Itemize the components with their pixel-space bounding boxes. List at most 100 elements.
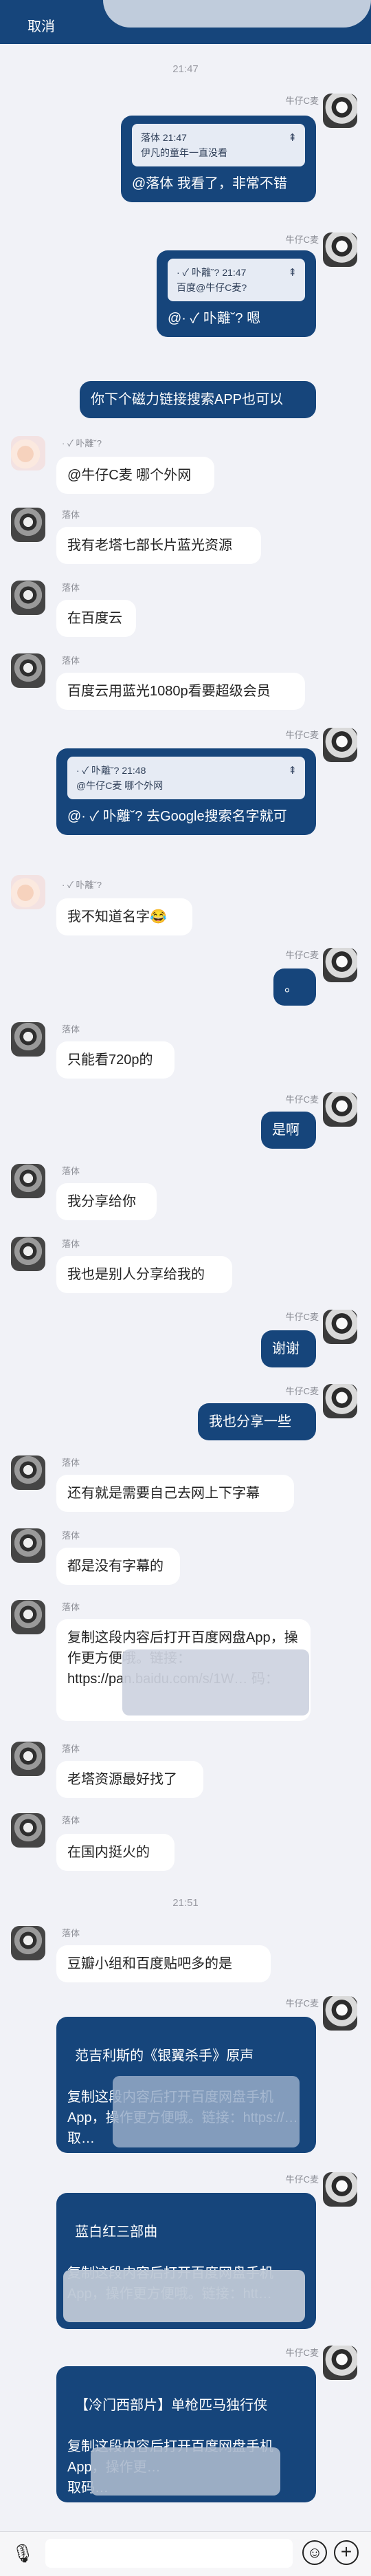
sender-name: 落体 xyxy=(62,1458,80,1468)
avatar[interactable] xyxy=(11,1164,45,1198)
blur-overlay xyxy=(91,2447,280,2496)
avatar[interactable] xyxy=(323,1092,357,1127)
message-text: @· ✓ 卟離˘? 去Google搜索名字就可 xyxy=(67,809,287,824)
avatar[interactable] xyxy=(11,1022,45,1057)
message-text: 在国内挺火的 xyxy=(67,1845,150,1860)
message-bubble[interactable]: 我也是别人分享给我的 xyxy=(56,1256,232,1293)
sender-name: 牛仔C麦 xyxy=(285,1386,319,1396)
sender-name: 牛仔C麦 xyxy=(285,950,319,960)
message-bubble[interactable]: ⇞ 落体 21:47 伊凡的童年一直没看 @落体 我看了，非常不错 xyxy=(121,116,316,202)
avatar[interactable] xyxy=(11,1600,45,1634)
message-text: 谢谢 xyxy=(272,1341,300,1356)
plus-icon[interactable]: + xyxy=(334,2540,359,2565)
quote-block[interactable]: ⇞ · ✓ 卟離˘? 21:47 百度@牛仔C麦? xyxy=(168,259,305,301)
sender-name: 落体 xyxy=(62,1744,80,1754)
message-text: 是啊 xyxy=(272,1123,300,1138)
sender-name: 落体 xyxy=(62,1166,80,1176)
avatar[interactable] xyxy=(323,1996,357,2031)
avatar[interactable] xyxy=(11,875,45,909)
avatar[interactable] xyxy=(11,1528,45,1563)
message-bubble[interactable]: 我不知道名字😂 xyxy=(56,898,192,935)
sender-name: 牛仔C麦 xyxy=(285,96,319,106)
quote-block[interactable]: ⇞ 落体 21:47 伊凡的童年一直没看 xyxy=(132,124,305,166)
avatar[interactable] xyxy=(11,508,45,542)
message-text: 百度云用蓝光1080p看要超级会员 xyxy=(67,684,271,699)
avatar[interactable] xyxy=(323,2172,357,2207)
blur-overlay xyxy=(63,2270,305,2322)
sender-name: · ✓ 卟離˘? xyxy=(62,880,102,890)
message-bubble[interactable]: 都是没有字幕的 xyxy=(56,1548,180,1585)
quote-header: · ✓ 卟離˘? 21:48 xyxy=(76,765,146,776)
avatar[interactable] xyxy=(323,232,357,267)
avatar[interactable] xyxy=(323,728,357,762)
sender-name: 落体 xyxy=(62,1239,80,1249)
avatar[interactable] xyxy=(11,581,45,615)
message-bubble[interactable]: 我有老塔七部长片蓝光资源 xyxy=(56,527,261,564)
emoji-icon[interactable]: ☺ xyxy=(302,2540,327,2565)
sender-name: 落体 xyxy=(62,656,80,666)
message-text: 我不知道名字😂 xyxy=(67,909,167,924)
avatar[interactable] xyxy=(11,1926,45,1960)
message-bubble[interactable]: 老塔资源最好找了 xyxy=(56,1761,203,1798)
quote-block[interactable]: ⇞ · ✓ 卟離˘? 21:48 @牛仔C麦 哪个外网 xyxy=(67,757,305,799)
quote-body: 伊凡的童年一直没看 xyxy=(141,147,227,158)
message-text: 在百度云 xyxy=(67,611,122,626)
message-text: 豆瓣小组和百度贴吧多的是 xyxy=(67,1956,232,1971)
message-bubble[interactable]: ⇞ · ✓ 卟離˘? 21:47 百度@牛仔C麦? @· ✓ 卟離˘? 嗯 xyxy=(157,250,316,337)
message-bubble[interactable]: 我分享给你 xyxy=(56,1183,157,1220)
pin-icon: ⇞ xyxy=(288,132,297,144)
sender-name: 牛仔C麦 xyxy=(285,2174,319,2185)
avatar[interactable] xyxy=(11,1237,45,1271)
avatar[interactable] xyxy=(11,1813,45,1848)
message-bubble[interactable]: 。 xyxy=(273,968,316,1006)
message-bubble[interactable]: ⇞ · ✓ 卟離˘? 21:48 @牛仔C麦 哪个外网 @· ✓ 卟離˘? 去G… xyxy=(56,748,316,835)
message-text: 还有就是需要自己去网上下字幕 xyxy=(67,1486,260,1501)
sender-name: 落体 xyxy=(62,1530,80,1541)
sender-name: 落体 xyxy=(62,510,80,520)
sender-name: 牛仔C麦 xyxy=(285,1094,319,1105)
pin-icon: ⇞ xyxy=(288,267,297,279)
avatar[interactable] xyxy=(11,1742,45,1776)
message-text: 老塔资源最好找了 xyxy=(67,1772,177,1787)
message-bubble[interactable]: 还有就是需要自己去网上下字幕 xyxy=(56,1475,294,1512)
message-bubble[interactable]: 你下个磁力链接搜索APP也可以 xyxy=(80,381,316,418)
avatar[interactable] xyxy=(11,436,45,470)
avatar[interactable] xyxy=(11,1455,45,1490)
avatar[interactable] xyxy=(323,2346,357,2380)
message-bubble[interactable]: 百度云用蓝光1080p看要超级会员 xyxy=(56,673,305,710)
message-bubble[interactable]: 豆瓣小组和百度贴吧多的是 xyxy=(56,1945,271,1982)
message-bubble[interactable]: 谢谢 xyxy=(261,1330,316,1367)
message-text: @落体 我看了，非常不错 xyxy=(132,176,287,191)
message-input[interactable] xyxy=(45,2539,293,2568)
quote-header: 落体 21:47 xyxy=(141,132,187,143)
avatar[interactable] xyxy=(323,948,357,982)
sender-name: 落体 xyxy=(62,1024,80,1035)
message-bubble[interactable]: 在百度云 xyxy=(56,600,136,637)
sender-name: 落体 xyxy=(62,583,80,593)
message-bubble[interactable]: 是啊 xyxy=(261,1112,316,1149)
avatar[interactable] xyxy=(323,1310,357,1344)
sender-name: 落体 xyxy=(62,1815,80,1826)
mic-icon[interactable]: 🎙 xyxy=(11,2542,34,2565)
quote-header: · ✓ 卟離˘? 21:47 xyxy=(177,267,247,278)
pin-icon: ⇞ xyxy=(288,765,297,777)
sender-name: · ✓ 卟離˘? xyxy=(62,438,102,448)
avatar[interactable] xyxy=(323,94,357,128)
message-bubble[interactable]: 在国内挺火的 xyxy=(56,1834,175,1871)
sender-name: 落体 xyxy=(62,1928,80,1938)
message-bubble[interactable]: 只能看720p的 xyxy=(56,1041,175,1079)
timestamp: 21:47 xyxy=(172,63,199,75)
message-text: 你下个磁力链接搜索APP也可以 xyxy=(91,392,284,407)
message-bubble[interactable]: 我也分享一些 xyxy=(198,1403,316,1440)
message-text: 我也分享一些 xyxy=(209,1414,291,1429)
quote-body: 百度@牛仔C麦? xyxy=(177,282,247,293)
message-text: 我有老塔七部长片蓝光资源 xyxy=(67,538,232,553)
avatar[interactable] xyxy=(11,653,45,688)
message-text: 都是没有字幕的 xyxy=(67,1559,164,1574)
message-text: 我分享给你 xyxy=(67,1194,136,1209)
cancel-button[interactable]: 取消 xyxy=(27,15,55,35)
avatar[interactable] xyxy=(323,1384,357,1418)
message-text: @牛仔C麦 哪个外网 xyxy=(67,468,192,483)
message-bubble[interactable]: @牛仔C麦 哪个外网 xyxy=(56,457,214,494)
blur-overlay xyxy=(103,0,371,28)
